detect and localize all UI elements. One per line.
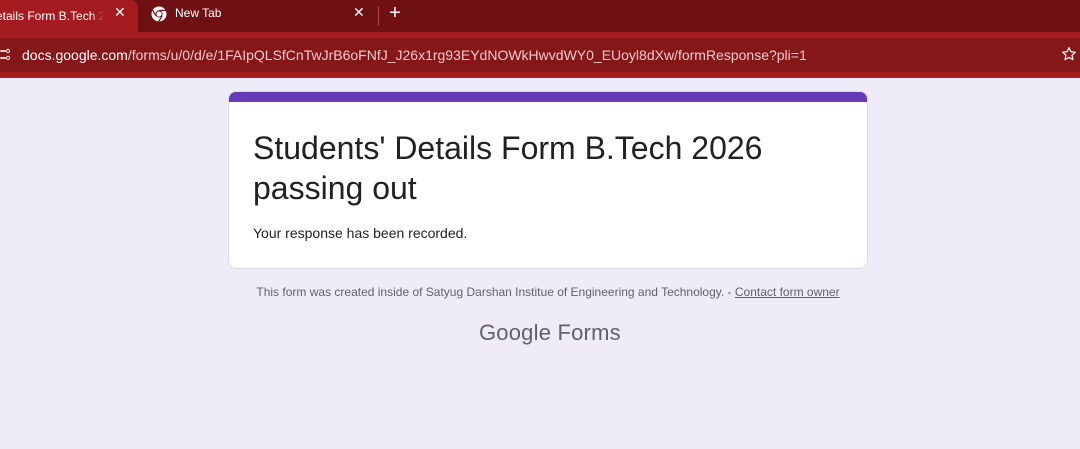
url-text[interactable]: docs.google.com/forms/u/0/d/e/1FAIpQLSfC…	[22, 47, 807, 63]
new-tab-button[interactable]: +	[386, 2, 404, 24]
close-tab-icon[interactable]: ✕	[114, 5, 126, 19]
close-tab-icon[interactable]: ✕	[353, 5, 365, 19]
footer-note: This form was created inside of Satyug D…	[0, 285, 1080, 299]
confirmation-message: Your response has been recorded.	[253, 225, 468, 241]
brand-google: Google	[479, 320, 552, 345]
google-forms-logo[interactable]: Google Forms	[479, 320, 621, 346]
tab-strip: etails Form B.Tech 20 ✕ New Tab ✕ +	[0, 0, 1080, 32]
tab-form[interactable]: etails Form B.Tech 20 ✕	[0, 0, 138, 32]
site-settings-icon[interactable]	[0, 48, 10, 62]
chrome-icon	[151, 6, 167, 22]
url-path: /forms/u/0/d/e/1FAIpQLSfCnTwJrB6oFNfJ_J2…	[127, 47, 807, 63]
tab-title: etails Form B.Tech 20	[0, 9, 104, 23]
brand-forms: Forms	[557, 320, 621, 345]
form-response-card: Students' Details Form B.Tech 2026 passi…	[228, 91, 868, 269]
tab-divider	[378, 7, 379, 25]
tab-new-tab[interactable]: New Tab ✕	[138, 0, 376, 32]
form-title: Students' Details Form B.Tech 2026 passi…	[253, 130, 763, 206]
form-accent-band	[229, 92, 867, 102]
bookmark-star-icon[interactable]	[1060, 45, 1078, 63]
tab-title: New Tab	[175, 6, 222, 20]
url-host: docs.google.com	[22, 47, 128, 63]
contact-form-owner-link[interactable]: Contact form owner	[735, 285, 840, 299]
footer-text: This form was created inside of Satyug D…	[256, 285, 735, 299]
browser-toolbar: docs.google.com/forms/u/0/d/e/1FAIpQLSfC…	[0, 32, 1080, 78]
